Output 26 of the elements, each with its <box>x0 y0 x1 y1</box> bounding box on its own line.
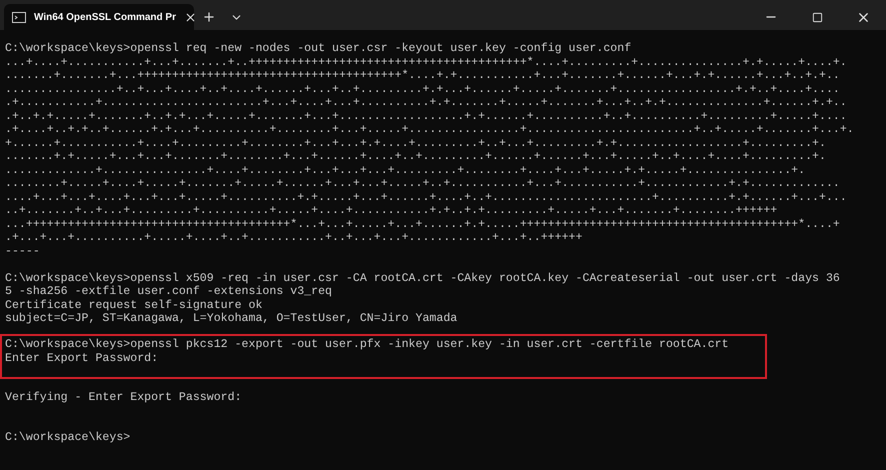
terminal-line: .+....+..+.+..+......+.+...+..........+........+...+.....+................+........................+..+.....+.......+...+. <box>5 123 854 136</box>
terminal-line: C:\workspace\keys>openssl x509 -req -in user.csr -CA rootCA.crt -CAkey rootCA.key -CAcreateserial -out user.crt -days 36 <box>5 272 840 285</box>
terminal-line: ...++++++++++++++++++++++++++++++++++++++*...+...+.....+...+......+.+.....++++++++++++++++++++++++++++++++++++++++*....+ <box>5 218 840 231</box>
terminal-line: Enter Export Password: <box>5 352 158 365</box>
tab-title: Win64 OpenSSL Command Pr <box>34 12 176 22</box>
terminal-line: .............+...............+....+........+...+...+...+.........+........+....+...+.....+.+.....+...............+. <box>5 164 806 177</box>
terminal-line: .+...+...+..........+.....+....+..+...........+..+...+...+............+...+..++++++ <box>5 231 582 244</box>
terminal-line: C:\workspace\keys>openssl pkcs12 -export -out user.pfx -inkey user.key -in user.crt -certfile rootCA.crt <box>5 338 729 352</box>
terminal-line: .+..+.+.....+.......+..+.+...+.....+.......+...+..................+.+......+..........+..+..........+.........+.....+.... <box>5 110 847 123</box>
terminal-line: .+...........+.......................+...+....+...+..........+.+.......+.....+.......+...+..+.+..............+......+.+.. <box>5 96 847 110</box>
terminal-line: ................+..+...+....+..+....+......+...+..+.........+.+...+......+.....+.......+.................+.+..+....+.... <box>5 82 840 96</box>
terminal-line: ....+...+...+....+...+...+.....+..........+.+.....+...+......+....+..+.......................+..........+.+......+...+... <box>5 190 847 204</box>
terminal-line: ...+....+...........+...+.......+..++++++++++++++++++++++++++++++++++++++++*....+.........+...............+.+.....+....+. <box>5 56 847 69</box>
prompt-line: C:\workspace\keys> <box>5 431 130 444</box>
terminal-line: Verifying - Enter Export Password: <box>5 390 242 404</box>
terminal-line: .......+.......+...++++++++++++++++++++++++++++++++++++++*....+.+...........+...+.......+......+...+.+......+...+..+.+.. <box>5 69 840 82</box>
terminal-line: .......+.+.....+...+...+.......+........+...+......+....+..+.........+......+......+...+.....+..+....+....+.........+. <box>5 150 826 164</box>
terminal-line: subject=C=JP, ST=Kanagawa, L=Yokohama, O=TestUser, CN=Jiro Yamada <box>5 312 458 326</box>
terminal-line: Certificate request self-signature ok <box>5 298 262 312</box>
terminal-line: ..+.......+..+...+.........+..........+.....+....+...........+.+..+.+.........+.....+...+.......+........++++++ <box>5 204 778 218</box>
terminal-line: 5 -sha256 -extfile user.conf -extensions v3_req <box>5 285 332 298</box>
terminal-line: C:\workspace\keys>openssl req -new -nodes -out user.csr -keyout user.key -config user.conf <box>5 42 632 56</box>
terminal-line: ----- <box>5 244 40 258</box>
terminal-line: ........+.....+....+.....+.......+.....+......+...+...+.....+..+...........+...+...........+............+.+............. <box>5 177 840 190</box>
terminal-tab[interactable]: Win64 OpenSSL Command Pr <box>4 4 194 30</box>
terminal-line: +......+...........+....+.........+........+...+...+.+....+.........+..+...+.........+.+..................+.........+. <box>5 136 826 150</box>
